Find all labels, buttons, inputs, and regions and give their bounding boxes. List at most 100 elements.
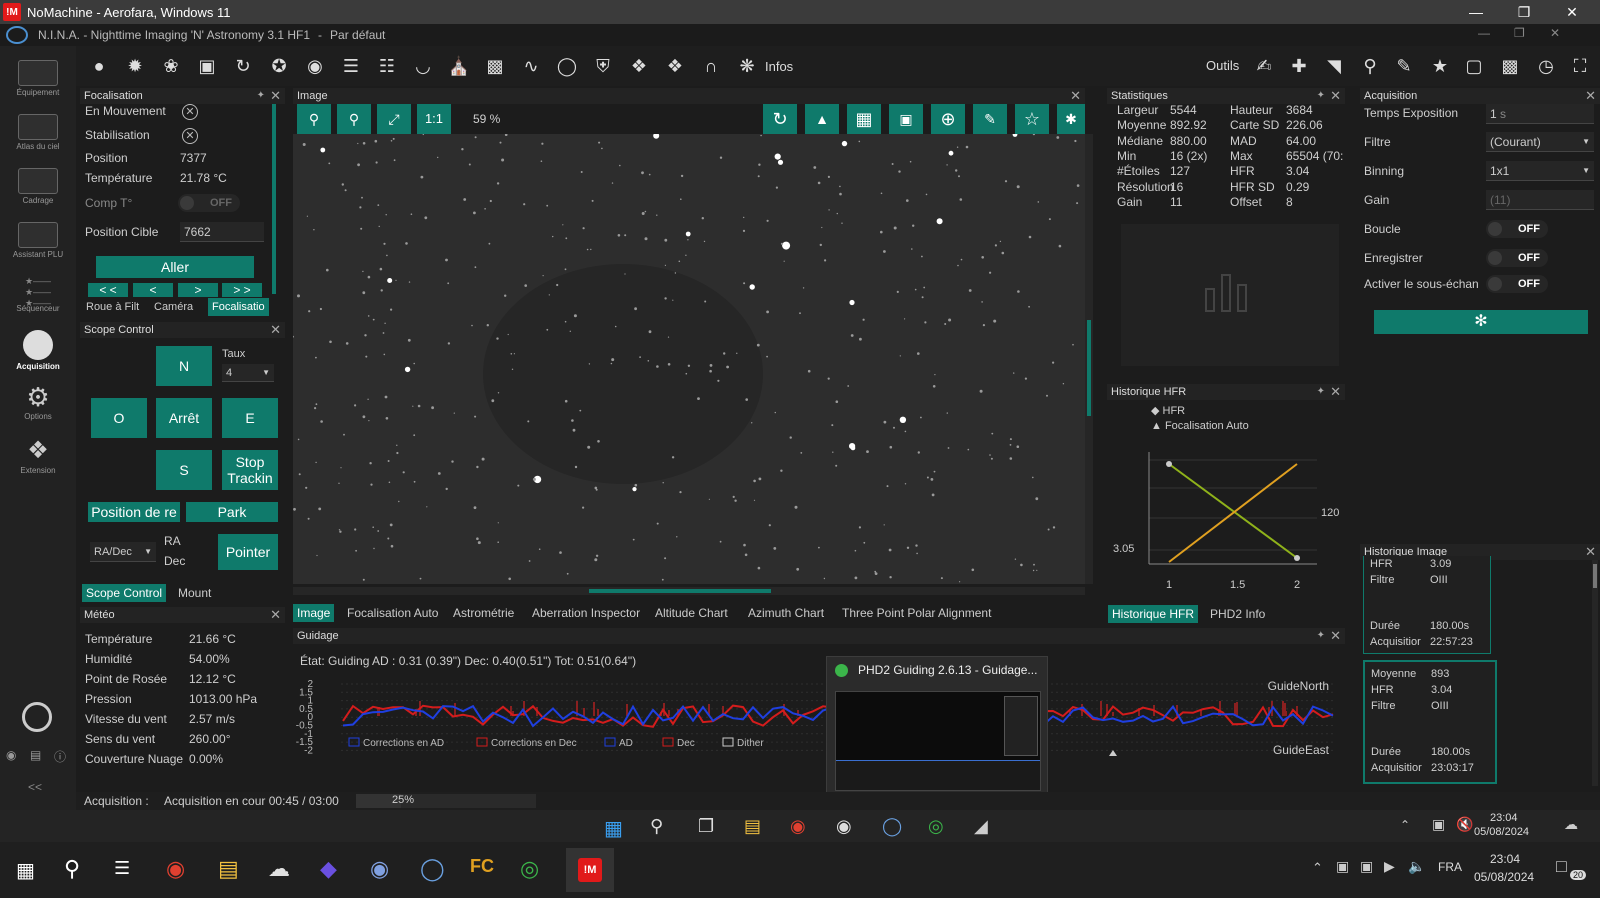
tool-ruler-icon[interactable]: ◥ [1321, 53, 1347, 79]
history-item-selected[interactable]: Moyenne 893 HFR 3.04 Filtre OIII Durée 1… [1363, 660, 1497, 784]
zoom-in-icon[interactable]: ⚲ [297, 104, 331, 134]
close-panel-icon[interactable]: ✕ [270, 88, 281, 104]
focus-panel-icon[interactable]: ▣ [194, 53, 220, 79]
focuser-scrollbar[interactable] [272, 104, 276, 294]
step-right-large-button[interactable]: > > [222, 283, 262, 297]
nina-close-button[interactable]: ✕ [1550, 26, 1560, 40]
book-icon[interactable]: ▤ [30, 748, 41, 762]
tab-mount[interactable]: Mount [174, 584, 215, 602]
close-panel-icon[interactable]: ✕ [1330, 88, 1341, 104]
history-item[interactable]: HFR 3.09 Filtre OIII Durée 180.00s Acqui… [1363, 556, 1491, 654]
close-panel-icon[interactable]: ✕ [1330, 628, 1341, 644]
tool-search-icon[interactable]: ⚲ [1357, 53, 1383, 79]
auto-stretch-icon[interactable]: ✎ [973, 104, 1007, 134]
go-button[interactable]: Aller [96, 256, 254, 278]
wifi-icon[interactable]: ▶ [1384, 858, 1395, 875]
start-capture-button[interactable]: ✻ [1374, 310, 1588, 334]
plugin-panel-icon[interactable]: ❖ [626, 53, 652, 79]
tab-camera[interactable]: Caméra [150, 298, 197, 316]
weather-panel-icon[interactable]: ∩ [698, 53, 724, 79]
outils-label[interactable]: Outils [1206, 58, 1239, 73]
tab-hfr-history[interactable]: Historique HFR [1108, 605, 1199, 623]
park-button[interactable]: Park [186, 502, 278, 522]
bell-icon[interactable]: ☁ [1564, 816, 1578, 833]
network-icon[interactable]: ▣ [1432, 816, 1445, 833]
tool-hand-icon[interactable]: ✍ [1251, 53, 1277, 79]
slew-south-button[interactable]: S [156, 450, 212, 490]
slew-west-button[interactable]: O [91, 398, 147, 438]
tab-scope-control[interactable]: Scope Control [82, 584, 167, 602]
sidebar-item-skyatlas[interactable]: Atlas du ciel [0, 114, 76, 151]
sidebar-item-imaging[interactable]: Acquisition [0, 330, 76, 371]
mute-icon[interactable]: 🔇 [1456, 816, 1473, 833]
file-explorer-icon[interactable]: ▤ [744, 816, 761, 837]
close-panel-icon[interactable]: ✕ [1585, 88, 1596, 104]
app-icon[interactable]: ☁ [268, 856, 290, 882]
flip-icon[interactable]: ▲ [805, 104, 839, 134]
bahtinov-icon[interactable]: ✱ [1057, 104, 1085, 134]
tab-focuser[interactable]: Focalisatio [208, 298, 269, 316]
file-explorer-icon[interactable]: ▤ [218, 856, 239, 882]
sequence-panel-icon[interactable]: ☰ [338, 53, 364, 79]
usb-icon[interactable]: ▣ [1336, 858, 1349, 875]
tool-star-icon[interactable]: ★ [1427, 53, 1453, 79]
image-tab[interactable]: Altitude Chart [651, 604, 732, 622]
star-detect-icon[interactable]: ▣ [889, 104, 923, 134]
rotate-icon[interactable]: ↻ [763, 104, 797, 134]
search-icon[interactable]: ⚲ [650, 816, 663, 837]
image-tab[interactable]: Focalisation Auto [343, 604, 442, 622]
app2-icon[interactable]: ◢ [974, 816, 988, 837]
slew-to-button[interactable]: Pointer [218, 534, 278, 570]
slew-east-button[interactable]: E [222, 398, 278, 438]
home-position-button[interactable]: Position de re [88, 502, 180, 522]
image-tab[interactable]: Image [293, 604, 335, 622]
chrome-icon[interactable]: ◉ [166, 856, 185, 882]
image-tab[interactable]: Astrométrie [449, 604, 518, 622]
close-panel-icon[interactable]: ✕ [1330, 384, 1341, 400]
infos-panel-icon[interactable]: ❋ [734, 53, 760, 79]
chevron-up-icon[interactable]: ⌃ [1400, 818, 1410, 832]
phd2-taskbar-icon[interactable]: ◎ [520, 856, 539, 882]
taskview-icon[interactable]: ☰ [114, 858, 130, 879]
crosshair-icon[interactable]: ⊕ [931, 104, 965, 134]
battery-icon[interactable]: ▣ [1360, 858, 1373, 875]
image-tab[interactable]: Aberration Inspector [528, 604, 644, 622]
zoom-one-button[interactable]: 1:1 [417, 104, 451, 134]
volume-icon[interactable]: 🔈 [1408, 858, 1425, 875]
tool-polar-icon[interactable]: ▩ [1497, 53, 1523, 79]
gain-input[interactable]: (11) [1486, 190, 1594, 210]
search-icon[interactable]: ⚲ [64, 856, 80, 882]
hfr-panel-icon[interactable]: ∿ [518, 53, 544, 79]
filter-select[interactable]: (Courant) ▼ [1486, 132, 1594, 152]
close-panel-icon[interactable]: ✕ [270, 322, 281, 338]
nomachine-taskbar-button[interactable]: !M [566, 848, 614, 892]
tool-brush-icon[interactable]: ✎ [1391, 53, 1417, 79]
nina-restore-button[interactable]: ❐ [1514, 26, 1525, 40]
observatory-panel-icon[interactable]: ⛪ [446, 53, 472, 79]
step-right-button[interactable]: > [178, 283, 218, 297]
tool-history-icon[interactable]: ◷ [1533, 53, 1559, 79]
collapse-sidebar-button[interactable]: << [28, 780, 42, 794]
tool-af-icon[interactable]: ▢ [1461, 53, 1487, 79]
windows-start-icon[interactable]: ▦ [16, 858, 35, 883]
lightbulb-icon[interactable]: ◯ [554, 53, 580, 79]
fit-icon[interactable]: ⤢ [377, 104, 411, 134]
step-left-large-button[interactable]: < < [88, 283, 128, 297]
notification-icon[interactable]: □ [1556, 856, 1567, 877]
phd2-taskbar-icon[interactable]: ◎ [928, 816, 944, 837]
sidebar-item-equipment[interactable]: Équipement [0, 60, 76, 97]
rate-select[interactable]: 4 ▼ [222, 364, 274, 382]
camera-panel-icon[interactable]: ● [86, 53, 112, 79]
restore-button[interactable]: ❐ [1500, 0, 1548, 24]
infos-label[interactable]: Infos [765, 59, 793, 74]
step-left-button[interactable]: < [133, 283, 173, 297]
save-toggle[interactable]: OFF [1486, 249, 1548, 267]
stop-tracking-button[interactable]: Stop Trackin [222, 450, 278, 490]
image-tab[interactable]: Azimuth Chart [744, 604, 828, 622]
astro-image-view[interactable] [293, 134, 1085, 584]
firecapture-icon[interactable]: FC [470, 856, 494, 877]
pin-icon[interactable]: ✦ [1317, 628, 1325, 644]
temp-comp-toggle[interactable]: OFF [178, 194, 240, 212]
language-indicator[interactable]: FRA [1438, 860, 1462, 874]
switch-panel-icon[interactable]: ☷ [374, 53, 400, 79]
